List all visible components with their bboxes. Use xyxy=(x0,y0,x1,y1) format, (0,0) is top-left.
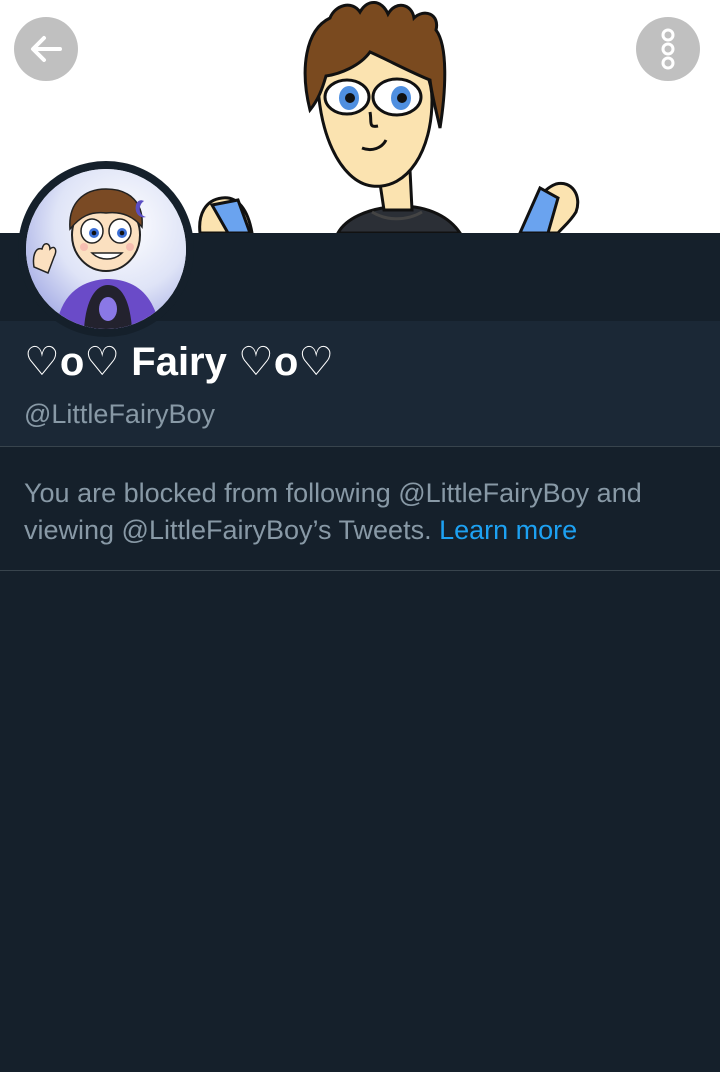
profile-handle: @LittleFairyBoy xyxy=(24,399,215,429)
vertical-dots-icon xyxy=(661,28,675,70)
more-options-button[interactable] xyxy=(636,17,700,81)
display-name: ♡o♡ Fairy ♡o♡ xyxy=(24,340,335,384)
back-button[interactable] xyxy=(14,17,78,81)
blocked-notice: You are blocked from following @LittleFa… xyxy=(0,447,720,571)
avatar-image xyxy=(26,169,186,329)
blocked-text-container: You are blocked from following @LittleFa… xyxy=(24,475,694,549)
learn-more-link[interactable]: Learn more xyxy=(439,515,577,545)
avatar[interactable] xyxy=(18,161,194,337)
arrow-left-icon xyxy=(31,36,62,62)
profile-name-section: ♡o♡ Fairy ♡o♡ @LittleFairyBoy xyxy=(0,321,720,447)
